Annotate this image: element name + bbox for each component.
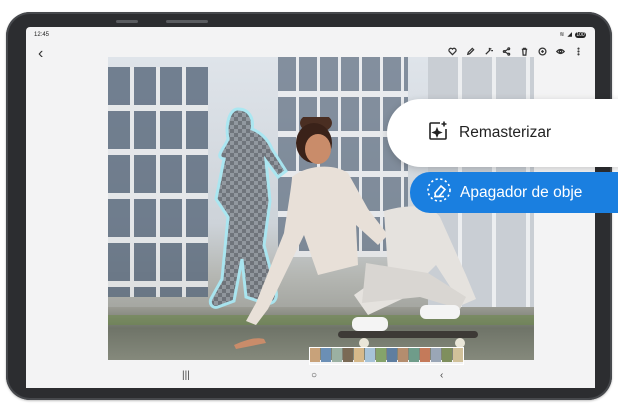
- thumbnail[interactable]: [365, 348, 375, 362]
- eye-icon[interactable]: [556, 47, 565, 56]
- object-eraser-button[interactable]: Apagador de obje: [410, 172, 618, 213]
- eraser-icon: [426, 177, 452, 208]
- object-eraser-label: Apagador de obje: [460, 183, 583, 201]
- remaster-label: Remasterizar: [459, 124, 552, 141]
- thumbnail[interactable]: [354, 348, 364, 362]
- thumbnail[interactable]: [398, 348, 408, 362]
- chevron-left-icon: ‹: [38, 45, 44, 62]
- thumbnail[interactable]: [387, 348, 397, 362]
- recent-apps-icon[interactable]: |||: [182, 370, 190, 382]
- thumbnail[interactable]: [376, 348, 386, 362]
- remaster-sparkle-icon: [427, 120, 449, 147]
- thumbnail[interactable]: [343, 348, 353, 362]
- remaster-icon[interactable]: [538, 47, 547, 56]
- home-icon[interactable]: ○: [311, 370, 317, 382]
- back-button[interactable]: ‹: [38, 46, 43, 62]
- edit-icon[interactable]: [466, 47, 475, 56]
- thumbnail[interactable]: [321, 348, 331, 362]
- status-bar: 12:45 ≋ ◢ 100: [26, 27, 595, 41]
- thumbnail-strip[interactable]: [309, 347, 464, 365]
- thumbnail[interactable]: [442, 348, 452, 362]
- thumbnail[interactable]: [310, 348, 320, 362]
- more-icon[interactable]: [574, 47, 583, 56]
- volume-button: [116, 20, 138, 23]
- thumbnail[interactable]: [453, 348, 463, 362]
- wifi-icon: ≋: [559, 32, 565, 38]
- battery-icon: 100: [575, 31, 586, 38]
- thumbnail[interactable]: [332, 348, 342, 362]
- heart-icon[interactable]: [448, 47, 457, 56]
- remaster-button[interactable]: Remasterizar: [387, 99, 618, 167]
- photo-toolbar: [448, 47, 583, 56]
- effects-icon[interactable]: [484, 47, 493, 56]
- nav-back-icon[interactable]: ‹: [440, 370, 443, 382]
- thumbnail[interactable]: [431, 348, 441, 362]
- thumbnail[interactable]: [420, 348, 430, 362]
- navigation-bar: ||| ○ ‹: [26, 366, 595, 388]
- signal-icon: ◢: [567, 32, 572, 38]
- delete-icon[interactable]: [520, 47, 529, 56]
- power-button: [166, 20, 208, 23]
- share-icon[interactable]: [502, 47, 511, 56]
- thumbnail[interactable]: [409, 348, 419, 362]
- status-time: 12:45: [34, 32, 50, 38]
